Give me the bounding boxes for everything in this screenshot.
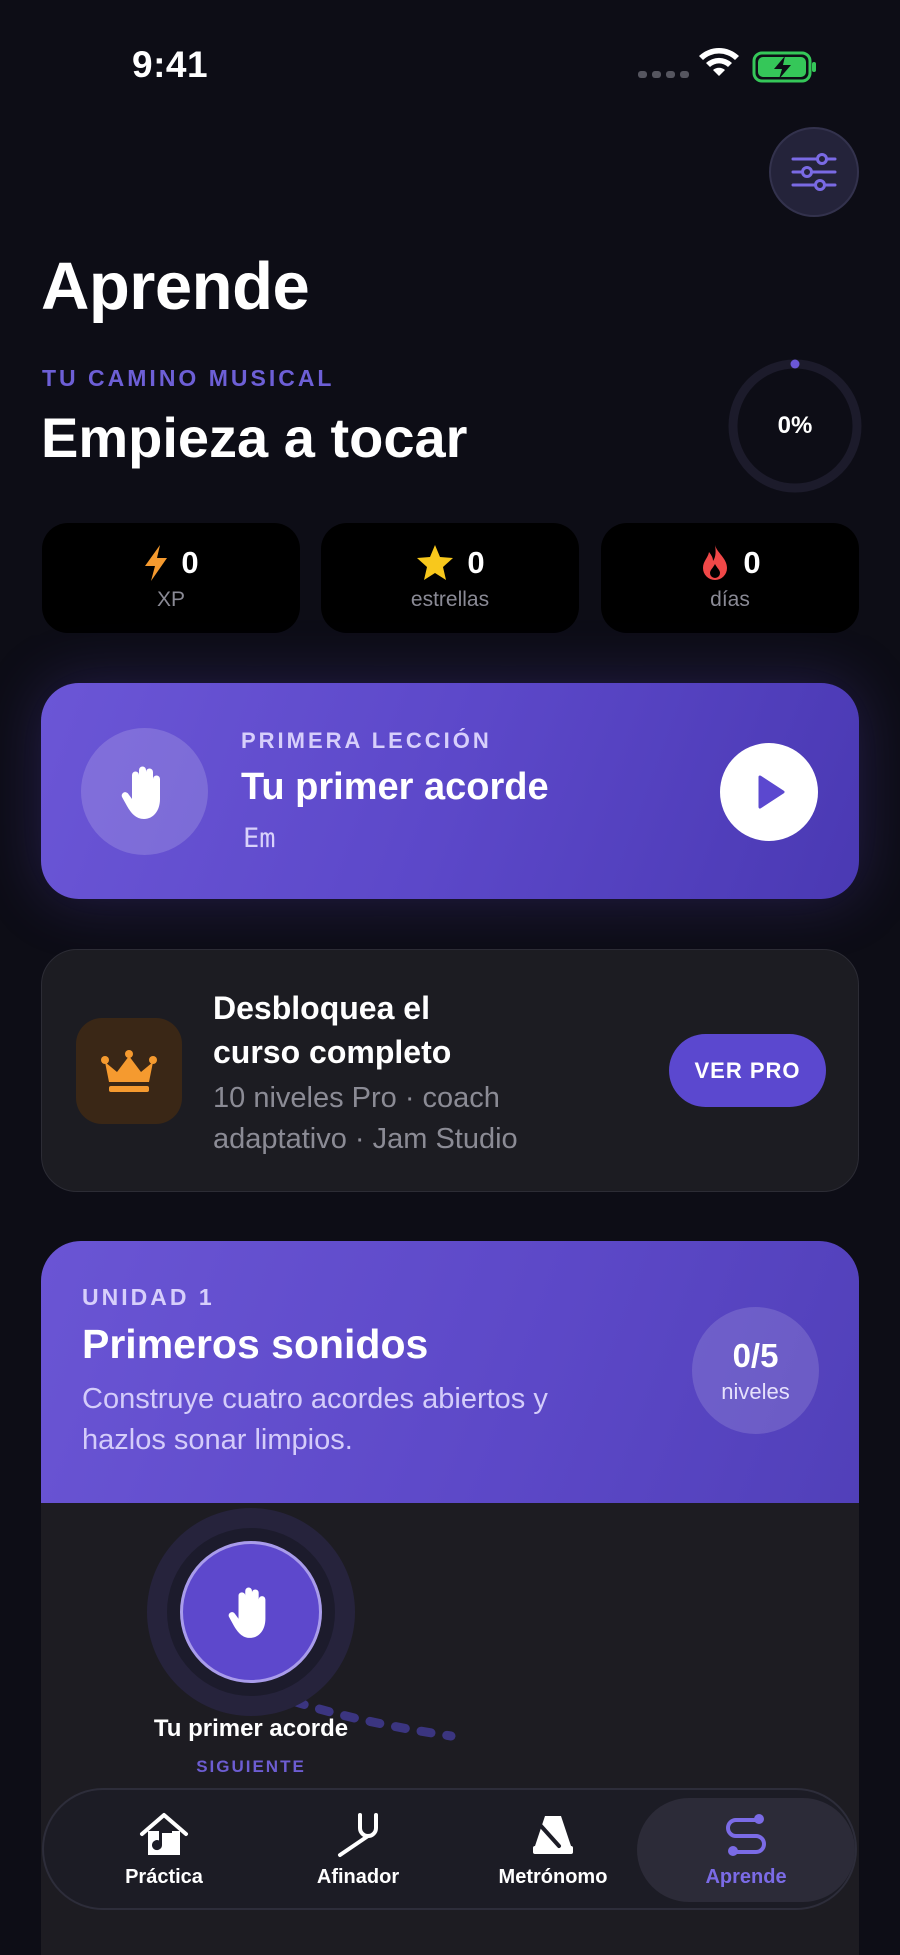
stat-value: 0 [181, 545, 199, 580]
wifi-icon [699, 48, 739, 76]
unit-progress-label: niveles [721, 1378, 790, 1404]
crown-icon [101, 1050, 157, 1092]
pro-title: Desbloquea el curso completo [213, 990, 452, 1070]
lesson-eyebrow: PRIMERA LECCIÓN [241, 728, 492, 753]
filter-settings-button[interactable] [769, 127, 859, 217]
stat-label: XP [156, 588, 185, 611]
unit-title: Primeros sonidos [82, 1321, 429, 1367]
stat-card-xp: 0 XP [42, 523, 300, 633]
page-title: Aprende [41, 249, 310, 324]
level-node-current[interactable] [180, 1541, 322, 1683]
tab-bar: Práctica Afinador Metrónomo Aprende [42, 1788, 857, 1910]
tuning-fork-icon [338, 1812, 378, 1857]
home-music-icon [140, 1812, 188, 1855]
unit-progress-badge: 0/5 niveles [692, 1307, 819, 1434]
lesson-icon [81, 728, 208, 855]
pro-upsell-card: Desbloquea el curso completo 10 niveles … [41, 949, 859, 1192]
tab-label: Aprende [705, 1865, 787, 1888]
stat-value: 0 [743, 545, 761, 580]
unit-header: UNIDAD 1 Primeros sonidos Construye cuat… [41, 1241, 859, 1503]
see-pro-button[interactable]: VER PRO [669, 1034, 826, 1107]
tab-afinador[interactable]: Afinador [265, 1798, 451, 1902]
lesson-chord: Em [243, 823, 276, 854]
stat-card-stars: 0 estrellas [321, 523, 579, 633]
unit-eyebrow: UNIDAD 1 [82, 1284, 215, 1310]
tab-metronomo[interactable]: Metrónomo [460, 1798, 646, 1902]
hand-icon [121, 766, 160, 819]
bolt-icon [145, 545, 168, 581]
lesson-title: Tu primer acorde [241, 766, 549, 808]
section-eyebrow: TU CAMINO MUSICAL [42, 365, 335, 391]
level-node-tag: SIGUIENTE [196, 1757, 306, 1776]
sliders-icon [791, 153, 837, 191]
hand-icon [228, 1587, 266, 1638]
tab-practica[interactable]: Práctica [71, 1798, 257, 1902]
tab-label: Práctica [125, 1865, 203, 1888]
page-subtitle: Empieza a tocar [41, 406, 468, 469]
unit-progress-value: 0/5 [732, 1336, 779, 1374]
cellular-signal-icon [638, 71, 689, 78]
unit-description: Construye cuatro acordes abiertos y hazl… [82, 1383, 548, 1456]
first-lesson-card[interactable]: PRIMERA LECCIÓN Tu primer acorde Em [41, 683, 859, 899]
progress-percent: 0% [777, 412, 813, 439]
play-icon [758, 775, 785, 809]
tab-label: Afinador [316, 1865, 400, 1888]
level-node-title: Tu primer acorde [153, 1715, 349, 1742]
metronome-icon [533, 1815, 573, 1854]
flame-icon [703, 545, 728, 580]
tab-label: Metrónomo [498, 1865, 608, 1888]
stat-label: días [710, 588, 750, 611]
status-time: 9:41 [132, 44, 209, 85]
battery-charging-icon [752, 51, 816, 83]
star-icon [417, 545, 454, 580]
play-lesson-button[interactable] [720, 743, 818, 841]
stat-label: estrellas [410, 588, 490, 611]
tab-aprende[interactable]: Aprende [637, 1798, 855, 1902]
pro-subtitle: 10 niveles Pro · coach adaptativo · Jam … [213, 1082, 518, 1155]
path-icon [726, 1813, 766, 1856]
stat-card-streak: 0 días [601, 523, 859, 633]
stat-value: 0 [467, 545, 485, 580]
pro-icon [76, 1018, 182, 1124]
